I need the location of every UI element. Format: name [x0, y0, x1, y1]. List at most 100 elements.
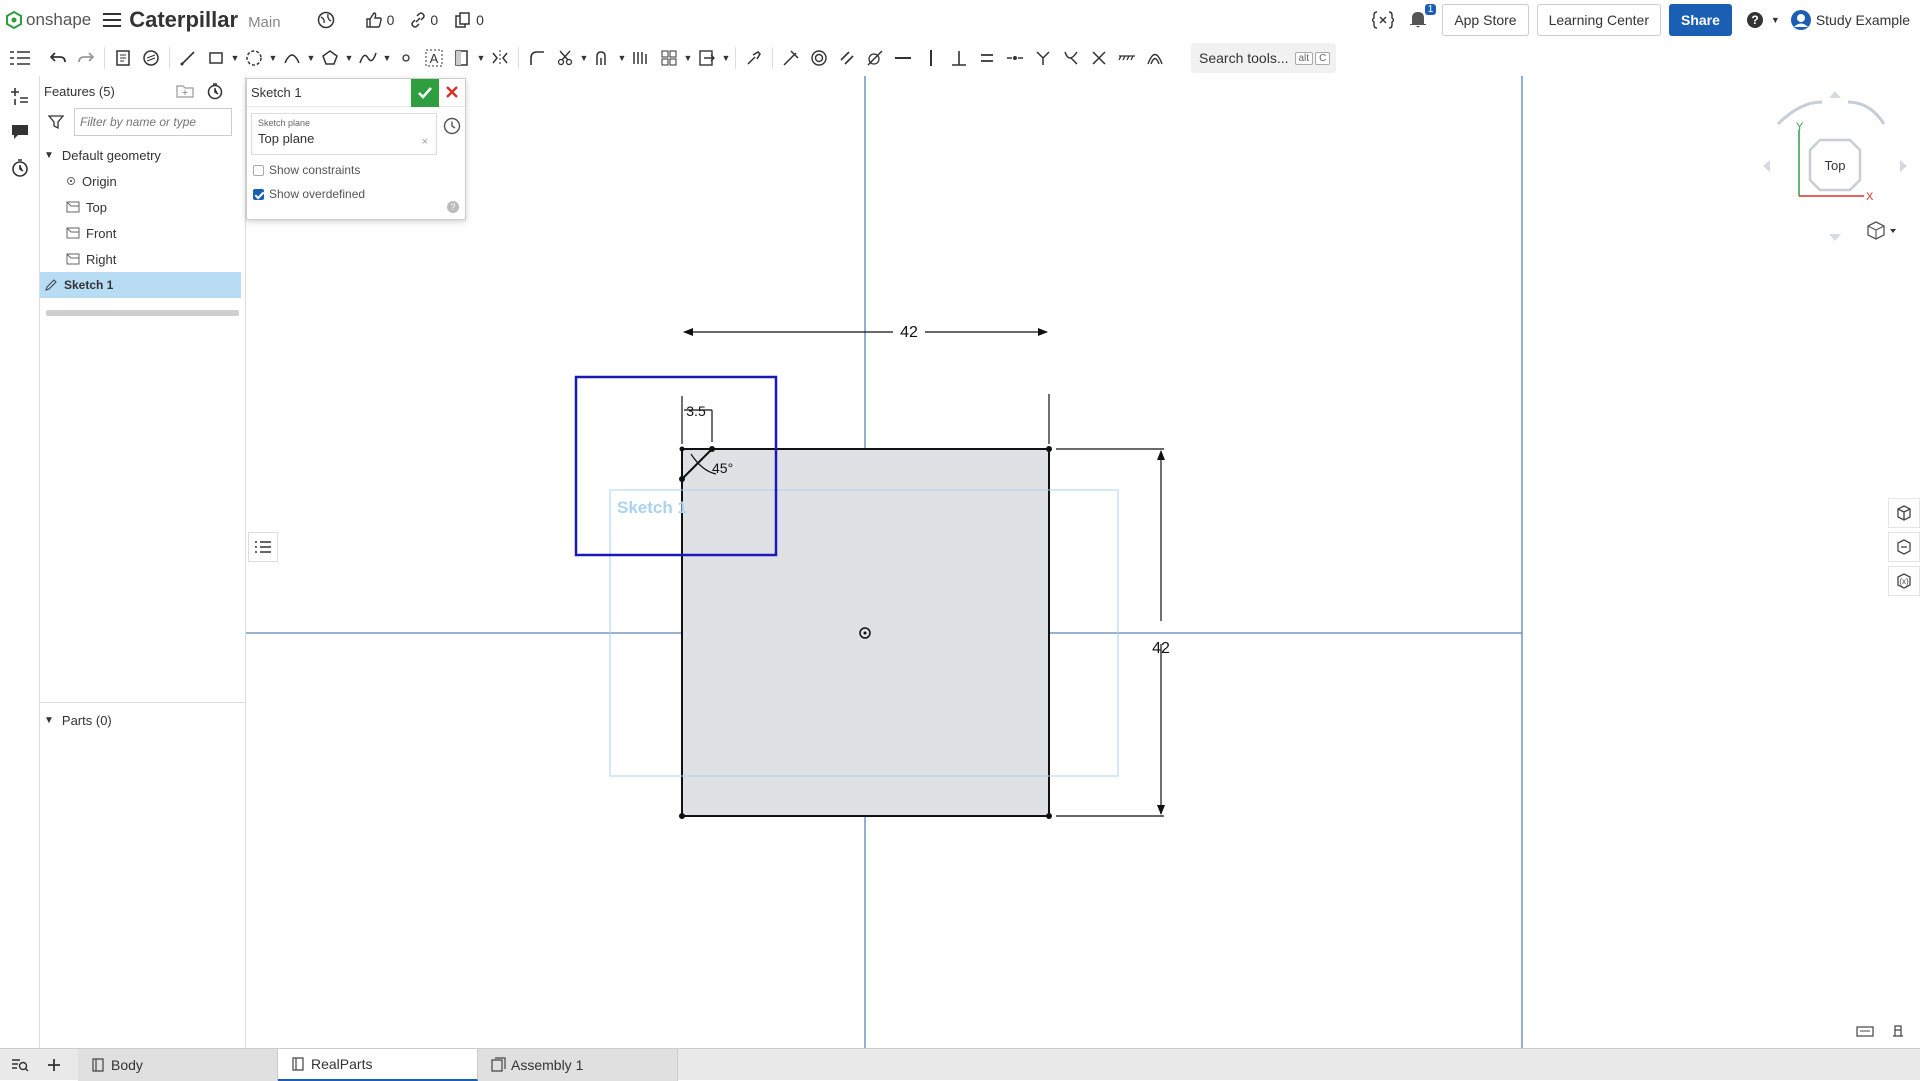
help-icon[interactable]: ? ▼: [1746, 11, 1780, 29]
tree-item-front[interactable]: Front: [40, 220, 245, 246]
construction-icon[interactable]: [448, 44, 476, 72]
chevron-down-icon[interactable]: ▼: [617, 53, 627, 63]
chevron-down-icon[interactable]: ▼: [382, 53, 392, 63]
mass-properties-icon[interactable]: [1888, 532, 1920, 562]
chevron-down-icon[interactable]: ▼: [579, 53, 589, 63]
tab-realparts[interactable]: RealParts: [278, 1048, 478, 1081]
rotate-left-icon[interactable]: [1763, 160, 1770, 172]
units-icon[interactable]: [1890, 1022, 1906, 1043]
user-menu[interactable]: Study Example: [1790, 9, 1910, 31]
history-icon[interactable]: [443, 117, 461, 135]
search-tools-input[interactable]: Search tools... alt C: [1191, 43, 1336, 73]
arc-tool-icon[interactable]: [278, 44, 306, 72]
view-cube[interactable]: Top Y X: [1760, 88, 1910, 248]
appearance-panel-icon[interactable]: [1888, 498, 1920, 528]
dimension-icon[interactable]: [777, 44, 805, 72]
vertex-point[interactable]: [709, 446, 715, 452]
copies-counter[interactable]: 0: [454, 11, 484, 29]
polygon-tool-icon[interactable]: [316, 44, 344, 72]
help-icon[interactable]: ?: [447, 201, 459, 213]
point-tool-icon[interactable]: [392, 44, 420, 72]
default-geometry-group[interactable]: ▼ Default geometry: [40, 142, 245, 168]
insert-dxf-icon[interactable]: [693, 44, 721, 72]
redo-icon[interactable]: [72, 44, 100, 72]
chevron-down-icon[interactable]: ▼: [230, 53, 240, 63]
line-tool-icon[interactable]: [174, 44, 202, 72]
chevron-down-icon[interactable]: ▼: [268, 53, 278, 63]
vertical-icon[interactable]: [917, 44, 945, 72]
comments-icon[interactable]: [0, 114, 40, 150]
menu-icon[interactable]: [103, 13, 122, 27]
sketch-plane-field[interactable]: Sketch plane Top plane ×: [251, 113, 437, 155]
cancel-button[interactable]: [443, 83, 461, 101]
tangent-icon[interactable]: [861, 44, 889, 72]
document-title[interactable]: Caterpillar: [129, 7, 238, 33]
symmetric-icon[interactable]: [1085, 44, 1113, 72]
show-overdefined-checkbox[interactable]: [253, 188, 264, 200]
angle-dimension-value[interactable]: 45°: [712, 460, 733, 476]
use-offset-icon[interactable]: [589, 44, 617, 72]
search-tabs-icon[interactable]: [0, 1049, 40, 1081]
curvature-icon[interactable]: [1141, 44, 1169, 72]
spline-tool-icon[interactable]: [354, 44, 382, 72]
transform-icon[interactable]: [740, 44, 768, 72]
parts-group[interactable]: ▼ Parts (0): [40, 707, 246, 733]
tab-assembly-1[interactable]: Assembly 1: [478, 1048, 678, 1081]
share-button[interactable]: Share: [1668, 4, 1732, 36]
width-dimension-value[interactable]: 42: [900, 324, 918, 341]
parallel-icon[interactable]: [833, 44, 861, 72]
mirror-icon[interactable]: [486, 44, 514, 72]
sketch-label[interactable]: Sketch 1: [617, 498, 687, 517]
show-overdefined-option[interactable]: Show overdefined: [253, 187, 465, 201]
pierce-icon[interactable]: [1057, 44, 1085, 72]
insert-feature-icon[interactable]: [0, 78, 40, 114]
version-history-icon[interactable]: [0, 150, 40, 186]
show-constraints-option[interactable]: Show constraints: [253, 163, 465, 177]
variables-panel-icon[interactable]: (x): [1888, 566, 1920, 596]
filter-icon[interactable]: [48, 114, 64, 130]
likes-counter[interactable]: 0: [365, 11, 394, 29]
concentric-icon[interactable]: [805, 44, 833, 72]
vertex-point[interactable]: [679, 813, 685, 819]
vertex-point[interactable]: [679, 476, 685, 482]
trim-icon[interactable]: [551, 44, 579, 72]
new-sketch-icon[interactable]: [109, 44, 137, 72]
app-store-button[interactable]: App Store: [1442, 4, 1529, 36]
perpendicular-icon[interactable]: [945, 44, 973, 72]
rotate-arc-icon[interactable]: [1847, 100, 1886, 125]
learning-center-button[interactable]: Learning Center: [1536, 4, 1661, 36]
undo-icon[interactable]: [44, 44, 72, 72]
accept-button[interactable]: [411, 79, 439, 107]
linear-pattern-icon[interactable]: [627, 44, 655, 72]
view-options-icon[interactable]: [1867, 221, 1896, 240]
rollback-bar[interactable]: [46, 310, 239, 316]
variable-studio-icon[interactable]: [1372, 10, 1398, 30]
links-counter[interactable]: 0: [410, 12, 438, 28]
text-tool-icon[interactable]: A: [420, 44, 448, 72]
chevron-down-icon[interactable]: ▼: [306, 53, 316, 63]
vertex-point[interactable]: [1046, 813, 1052, 819]
rollback-timer-icon[interactable]: [206, 82, 224, 100]
notifications-bell-icon[interactable]: 1: [1408, 4, 1437, 31]
chevron-down-icon[interactable]: ▼: [683, 53, 693, 63]
add-tab-icon[interactable]: [40, 1049, 68, 1081]
fix-icon[interactable]: [1113, 44, 1141, 72]
vertex-point[interactable]: [679, 446, 685, 452]
fillet-icon[interactable]: [523, 44, 551, 72]
chevron-down-icon[interactable]: ▼: [721, 53, 731, 63]
rotate-up-icon[interactable]: [1829, 91, 1841, 98]
grid-pattern-icon[interactable]: [655, 44, 683, 72]
clear-plane-icon[interactable]: ×: [422, 136, 428, 148]
rotate-right-icon[interactable]: [1900, 160, 1907, 172]
tree-item-top[interactable]: Top: [40, 194, 245, 220]
camera-icon[interactable]: [1856, 1024, 1874, 1043]
sketch-list-toggle[interactable]: [248, 532, 278, 562]
graphics-area[interactable]: 42 42 3.5 45° Sketch 1: [246, 76, 1920, 1048]
filter-input[interactable]: [74, 108, 232, 136]
rotate-down-icon[interactable]: [1829, 234, 1841, 241]
globe-icon[interactable]: [317, 11, 339, 29]
add-folder-icon[interactable]: [176, 84, 194, 98]
midpoint-icon[interactable]: [1001, 44, 1029, 72]
sketch-view-icon[interactable]: [137, 44, 165, 72]
circle-tool-icon[interactable]: [240, 44, 268, 72]
